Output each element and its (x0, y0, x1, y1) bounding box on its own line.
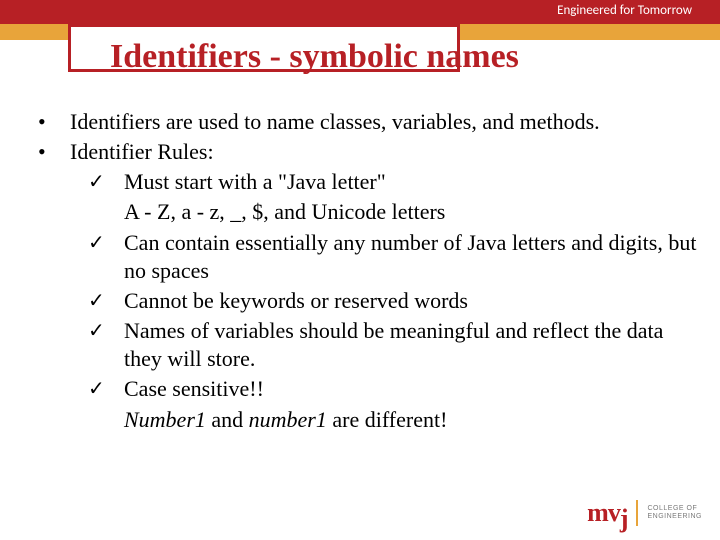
logo-line: COLLEGE OF (647, 505, 697, 512)
check-icon: ✓ (88, 229, 124, 285)
bullet-icon: • (30, 108, 70, 136)
logo-divider (636, 500, 638, 526)
check-icon: ✓ (88, 287, 124, 315)
rule-text: Cannot be keywords or reserved words (124, 287, 700, 315)
rule-text: Must start with a "Java letter" (124, 168, 700, 196)
bullet-item: • Identifier Rules: (30, 138, 700, 166)
slide-title: Identifiers - symbolic names (110, 38, 519, 76)
bullet-text: Identifier Rules: (70, 138, 700, 166)
logo-mark: mvj (587, 498, 627, 528)
rule-item: ✓ Can contain essentially any number of … (88, 229, 700, 285)
footer-logo: mvj COLLEGE OF ENGINEERING (587, 498, 702, 528)
code-example: Number1 (124, 407, 206, 432)
logo-letter: m (587, 498, 608, 527)
check-icon: ✓ (88, 317, 124, 373)
check-icon: ✓ (88, 168, 124, 196)
rule-subtext: A - Z, a - z, _, $, and Unicode letters (124, 198, 700, 226)
bullet-text: Identifiers are used to name classes, va… (70, 108, 700, 136)
text: are different! (327, 407, 448, 432)
logo-letter: v (608, 498, 620, 527)
check-icon: ✓ (88, 375, 124, 403)
rule-item: ✓ Case sensitive!! (88, 375, 700, 403)
logo-text: COLLEGE OF ENGINEERING (647, 505, 702, 520)
rule-item: ✓ Must start with a "Java letter" (88, 168, 700, 196)
rule-text: Can contain essentially any number of Ja… (124, 229, 700, 285)
rule-item: ✓ Names of variables should be meaningfu… (88, 317, 700, 373)
logo-line: ENGINEERING (647, 513, 702, 520)
rule-item: ✓ Cannot be keywords or reserved words (88, 287, 700, 315)
rule-subtext: Number1 and number1 are different! (124, 406, 700, 434)
code-example: number1 (249, 407, 327, 432)
bullet-icon: • (30, 138, 70, 166)
content-area: • Identifiers are used to name classes, … (30, 108, 700, 436)
slide: Engineered for Tomorrow Identifiers - sy… (0, 0, 720, 540)
logo-letter: j (620, 504, 628, 533)
text: and (206, 407, 249, 432)
tagline: Engineered for Tomorrow (557, 3, 692, 18)
bullet-item: • Identifiers are used to name classes, … (30, 108, 700, 136)
rule-text: Case sensitive!! (124, 375, 700, 403)
rule-text: Names of variables should be meaningful … (124, 317, 700, 373)
rules-list: ✓ Must start with a "Java letter" A - Z,… (88, 168, 700, 433)
